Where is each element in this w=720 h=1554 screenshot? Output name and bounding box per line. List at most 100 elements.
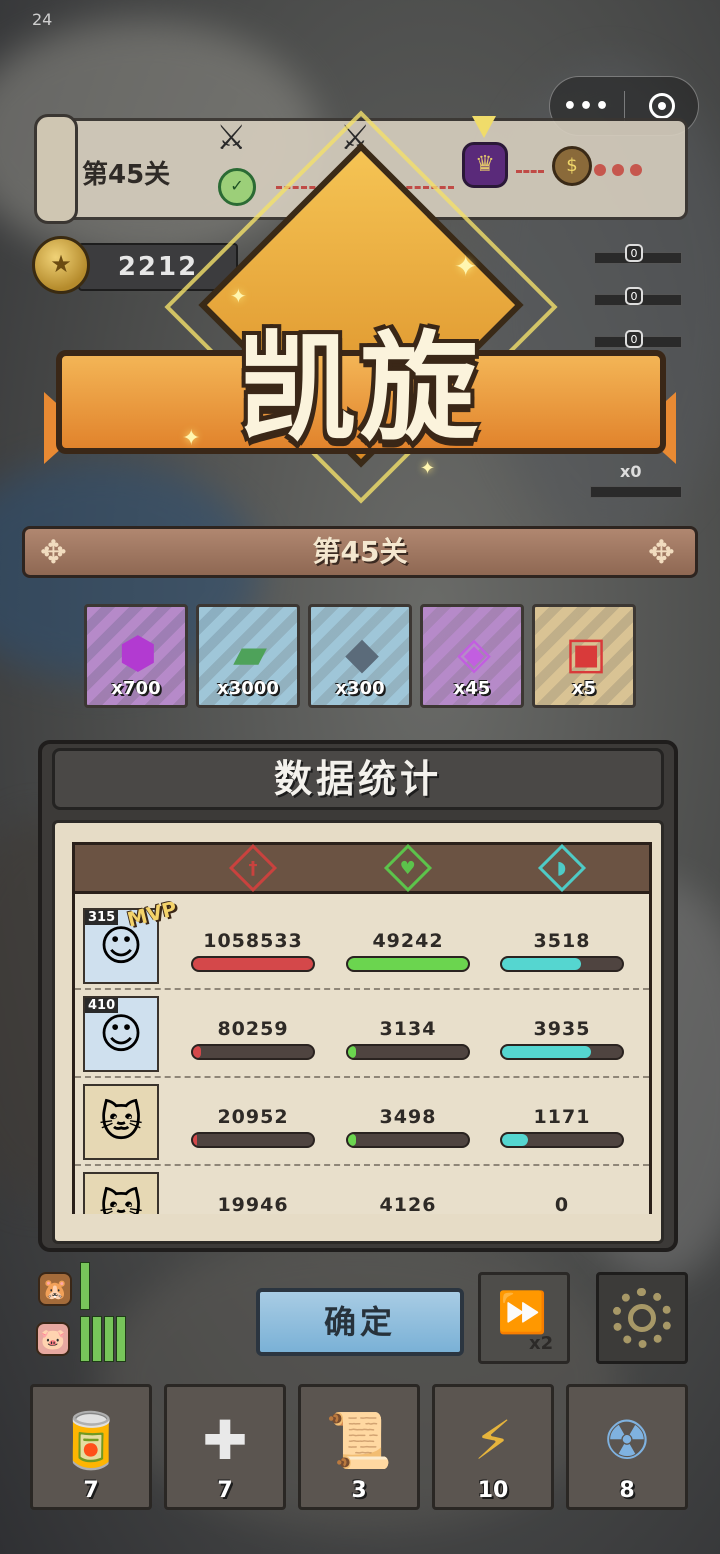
sparkle-icon: ✦ [182,426,201,451]
heal-value: 3498 [379,1106,437,1128]
heal-bar [346,1044,470,1060]
unit-hp-bar [116,1316,126,1362]
target-icon[interactable] [625,93,698,119]
shield-value: 0 [554,1194,570,1214]
hero-face-icon: 🐱 [99,1097,143,1146]
damage-bar-fill [193,1046,202,1058]
heal-bar-fill [348,958,468,970]
shield-bar [500,956,624,972]
scroll-icon: 📜 [325,1409,393,1472]
stage-dot [630,164,642,176]
crossed-swords-icon: ⚔ [216,118,247,158]
hero-avatar-cowboy-cat[interactable]: 🐱 [83,1084,159,1160]
heal-value: 3134 [379,1018,437,1040]
item-slot-medkit[interactable]: ✚ 7 [164,1384,286,1510]
side-bar [590,486,682,498]
unit-pig-icon: 🐷 [36,1322,70,1356]
confirm-button[interactable]: 确定 [256,1288,464,1356]
shield-bar-fill [502,1134,529,1146]
reward-slot[interactable]: ◈ x45 [420,604,524,708]
item-slot-cola[interactable]: 🥫 7 [30,1384,152,1510]
heal-bar [346,956,470,972]
victory-title: 凯旋 [237,319,482,457]
stage-dot [612,164,624,176]
stats-row: ☺ 410 80259 3134 3935 [75,988,649,1078]
reward-qty: x45 [453,678,491,699]
sparkle-icon: ✦ [454,250,478,283]
coin-icon: ★ [32,236,90,294]
reward-slot[interactable]: ◆ x300 [308,604,412,708]
heal-bar-fill [348,1046,357,1058]
unit-hp-bar [92,1316,102,1362]
green-banknote-icon: ▰ [233,628,267,679]
item-slot-lightning[interactable]: ⚡ 10 [432,1384,554,1510]
stats-title: 数据统计 [273,757,442,801]
item-count: 8 [619,1478,635,1503]
item-count: 7 [83,1478,99,1503]
boss-demon-icon: ♛ [462,142,508,188]
cola-can-icon: 🥫 [57,1409,125,1472]
reward-qty: x3000 [217,678,279,699]
hero-avatar-cowboy-cat[interactable]: 🐱 [83,1172,159,1214]
hero-face-icon: ☺ [99,1009,143,1058]
damage-bar [191,1132,315,1148]
side-multiplier: x0 [620,462,642,481]
more-dots-icon[interactable]: ••• [550,94,624,119]
unit-hp-bar [104,1316,114,1362]
item-slot-bomb[interactable]: ☢ 8 [566,1384,688,1510]
reward-qty: x5 [571,678,597,699]
hero-avatar-spiky-hair-boy[interactable]: ☺ 410 [83,996,159,1072]
hero-level: 315 [85,910,119,925]
damage-bar [191,1044,315,1060]
shield-bar-fill [502,1046,591,1058]
reward-slot[interactable]: ▰ x3000 [196,604,300,708]
damage-value: 1058533 [203,930,303,952]
damage-value: 20952 [217,1106,289,1128]
stats-table-body[interactable]: ☺ 315 MVP 1058533 49242 3518 ☺ 410 80259… [72,894,652,1214]
reward-slot[interactable]: ⬢ x700 [84,604,188,708]
medkit-icon: ✚ [202,1409,248,1472]
shield-bar [500,1132,624,1148]
stats-row: 🐱 20952 3498 1171 [75,1076,649,1166]
sparkle-icon: ✦ [230,284,247,308]
shield-value: 1171 [533,1106,591,1128]
status-time: 24 [32,10,53,29]
sparkle-icon: ✦ [420,458,436,479]
nuclear-bomb-icon: ☢ [602,1409,652,1472]
stats-row: 🐱 19946 4126 0 [75,1164,649,1214]
gear-core [628,1304,656,1332]
damage-value: 80259 [217,1018,289,1040]
red-cube-icon: ▣ [565,628,607,679]
completed-node-icon: ✓ [218,168,256,206]
reward-slot[interactable]: ▣ x5 [532,604,636,708]
heal-bar-fill [348,1134,357,1146]
level-banner-label: 第45关 [312,535,408,568]
purple-crystal-icon: ◈ [457,628,491,679]
hero-face-icon: 🐱 [99,1185,143,1214]
reward-qty: x300 [335,678,385,699]
unit-hp-bar [80,1316,90,1362]
shield-bar-fill [502,958,582,970]
side-counter: 0 [625,287,643,305]
speed-button[interactable]: ⏩ x2 [478,1272,570,1364]
stats-row: ☺ 315 MVP 1058533 49242 3518 [75,896,649,990]
heal-bar [346,1132,470,1148]
damage-bar-fill [193,1134,197,1146]
damage-bar [191,956,315,972]
unit-hamster-icon: 🐹 [38,1272,72,1306]
stage-dot [594,164,606,176]
hero-level: 410 [85,998,119,1013]
reward-qty: x700 [111,678,161,699]
speed-label: x2 [529,1333,554,1354]
path-dash [516,170,544,173]
shield-value: 3935 [533,1018,591,1040]
fast-forward-icon: ⏩ [497,1290,547,1336]
damage-bar-fill [193,958,313,970]
heal-value: 49242 [372,930,444,952]
loot-bag-icon: $ [552,146,592,186]
item-slot-scroll[interactable]: 📜 3 [298,1384,420,1510]
steel-ore-icon: ◆ [345,628,379,679]
purple-gem-icon: ⬢ [118,628,158,679]
unit-hp-bar [80,1262,90,1310]
item-count: 10 [477,1478,509,1503]
